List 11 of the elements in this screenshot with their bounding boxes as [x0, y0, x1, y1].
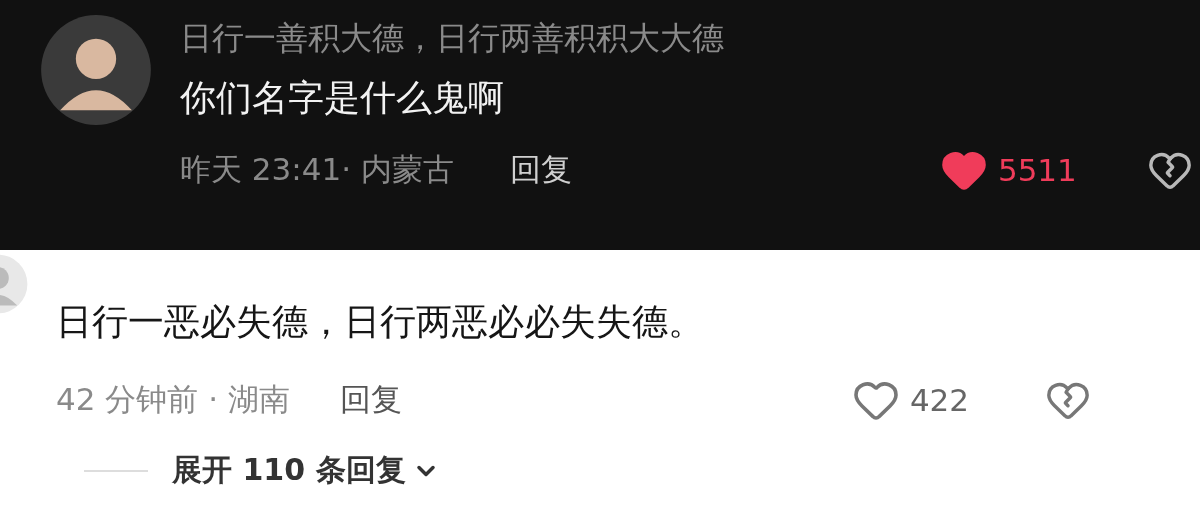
- like-count: 422: [909, 382, 970, 418]
- comment-text: 你们名字是什么鬼啊: [180, 76, 505, 120]
- avatar[interactable]: [40, 14, 152, 126]
- reply-link[interactable]: 回复: [509, 149, 572, 191]
- like-count: 5511: [997, 152, 1077, 188]
- reply-link[interactable]: 回复: [339, 379, 402, 421]
- expand-replies-button[interactable]: 展开 110 条回复: [172, 450, 440, 491]
- comment-text: 日行一恶必失德，日行两恶必必失失德。: [56, 300, 705, 344]
- comment-time: 42 分钟前 · 湖南: [56, 380, 290, 419]
- username[interactable]: 日行一善积大德，日行两善积积大大德: [180, 16, 1200, 60]
- comment-time: 昨天 23:41· 内蒙古: [180, 150, 454, 189]
